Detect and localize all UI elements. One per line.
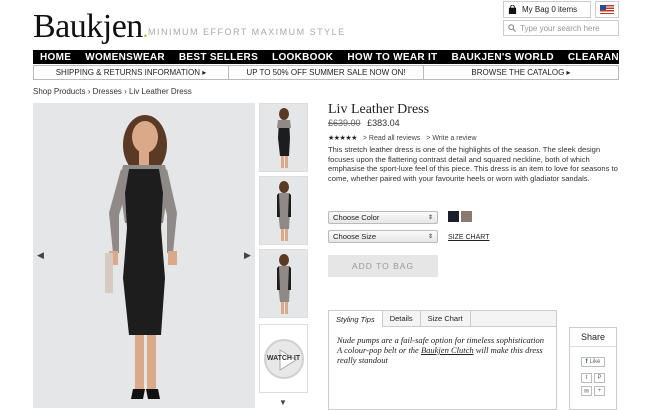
- baukjen-clutch-link[interactable]: Baukjen Clutch: [421, 345, 474, 355]
- watch-video-button[interactable]: WATCH IT: [259, 324, 308, 393]
- nav-how-to-wear-it[interactable]: HOW TO WEAR IT: [340, 52, 444, 63]
- nav-baukjens-world[interactable]: BAUKJEN'S WORLD: [444, 52, 560, 63]
- color-swatch-navy[interactable]: [448, 211, 459, 222]
- tip-line-1: Nude pumps are a fail-safe option for ti…: [337, 335, 544, 345]
- facebook-like-button[interactable]: f Like: [581, 357, 605, 367]
- pinterest-icon[interactable]: P: [594, 373, 605, 383]
- us-flag-icon: [600, 5, 614, 14]
- next-image-arrow-icon[interactable]: ▶: [244, 250, 251, 261]
- tagline: MINIMUM EFFORT MAXIMUM STYLE: [148, 27, 346, 37]
- thumbnail-1[interactable]: [259, 103, 308, 172]
- share-box: Share f Like t P ✉ +: [569, 327, 617, 410]
- play-icon: WATCH IT: [263, 338, 304, 379]
- summer-sale-banner[interactable]: UP TO 50% OFF SUMMER SALE NOW ON!: [229, 66, 424, 79]
- nav-lookbook[interactable]: LOOKBOOK: [265, 52, 340, 63]
- shipping-returns-link[interactable]: SHIPPING & RETURNS INFORMATION ▸: [34, 66, 229, 79]
- search-icon: [508, 24, 516, 32]
- main-nav: HOME WOMENSWEAR BEST SELLERS LOOKBOOK HO…: [33, 50, 633, 64]
- bag-label: My Bag 0 items: [522, 5, 578, 14]
- model-photo: [33, 103, 255, 408]
- promo-bar: SHIPPING & RETURNS INFORMATION ▸ UP TO 5…: [33, 65, 619, 80]
- country-selector[interactable]: [595, 1, 619, 18]
- sale-price: £383.04: [367, 118, 400, 128]
- share-title: Share: [570, 328, 616, 347]
- write-review-link[interactable]: > Write a review: [426, 135, 476, 142]
- tip-line-2: A colour-pop belt or the Baukjen Clutch …: [337, 345, 543, 365]
- nav-best-sellers[interactable]: BEST SELLERS: [172, 52, 265, 63]
- thumbnails-down-arrow-icon[interactable]: ▼: [279, 398, 287, 407]
- logo[interactable]: Baukjen.: [33, 8, 148, 46]
- color-select[interactable]: Choose Color ⇕: [328, 211, 438, 224]
- search-placeholder: Type your search here: [520, 23, 600, 33]
- product-tabs: Styling Tips Details Size Chart Nude pum…: [328, 310, 557, 410]
- bag-icon: [508, 5, 517, 14]
- main-product-image[interactable]: [33, 103, 255, 408]
- breadcrumb[interactable]: Shop Products › Dresses › Liv Leather Dr…: [33, 87, 192, 96]
- rating-row: ★★★★★ > Read all reviews > Write a revie…: [328, 134, 477, 143]
- size-select[interactable]: Choose Size ⇕: [328, 230, 438, 243]
- tab-size-chart[interactable]: Size Chart: [421, 311, 471, 326]
- plus-share-icon[interactable]: +: [594, 386, 605, 396]
- old-price: £639.00: [328, 118, 361, 128]
- tab-styling-tips[interactable]: Styling Tips: [329, 311, 383, 327]
- price: £639.00 £383.04: [328, 118, 400, 128]
- nav-womenswear[interactable]: WOMENSWEAR: [78, 52, 172, 63]
- star-rating-icon: ★★★★★: [328, 135, 357, 142]
- nav-home[interactable]: HOME: [33, 52, 78, 63]
- browse-catalog-link[interactable]: BROWSE THE CATALOG ▸: [424, 66, 618, 79]
- my-bag-button[interactable]: My Bag 0 items: [503, 1, 591, 18]
- product-title: Liv Leather Dress: [328, 102, 430, 117]
- watch-label: WATCH IT: [266, 355, 301, 362]
- thumbnail-2[interactable]: [259, 176, 308, 245]
- page: Baukjen. MINIMUM EFFORT MAXIMUM STYLE My…: [0, 0, 645, 410]
- color-swatch-taupe[interactable]: [461, 211, 472, 222]
- tab-details[interactable]: Details: [383, 311, 421, 326]
- product-description: This stretch leather dress is one of the…: [328, 145, 618, 183]
- nav-clearance[interactable]: CLEARANCE: [561, 52, 640, 63]
- add-to-bag-button[interactable]: ADD TO BAG: [328, 255, 438, 277]
- styling-tips-content: Nude pumps are a fail-safe option for ti…: [329, 327, 556, 373]
- email-icon[interactable]: ✉: [581, 386, 592, 396]
- size-chart-link[interactable]: SIZE CHART: [448, 234, 490, 241]
- search-input[interactable]: Type your search here: [503, 20, 619, 36]
- prev-image-arrow-icon[interactable]: ◀: [37, 250, 44, 261]
- select-arrows-icon: ⇕: [427, 234, 433, 240]
- select-arrows-icon: ⇕: [427, 215, 433, 221]
- twitter-icon[interactable]: t: [581, 373, 592, 383]
- thumbnail-3[interactable]: [259, 249, 308, 318]
- read-reviews-link[interactable]: > Read all reviews: [363, 135, 420, 142]
